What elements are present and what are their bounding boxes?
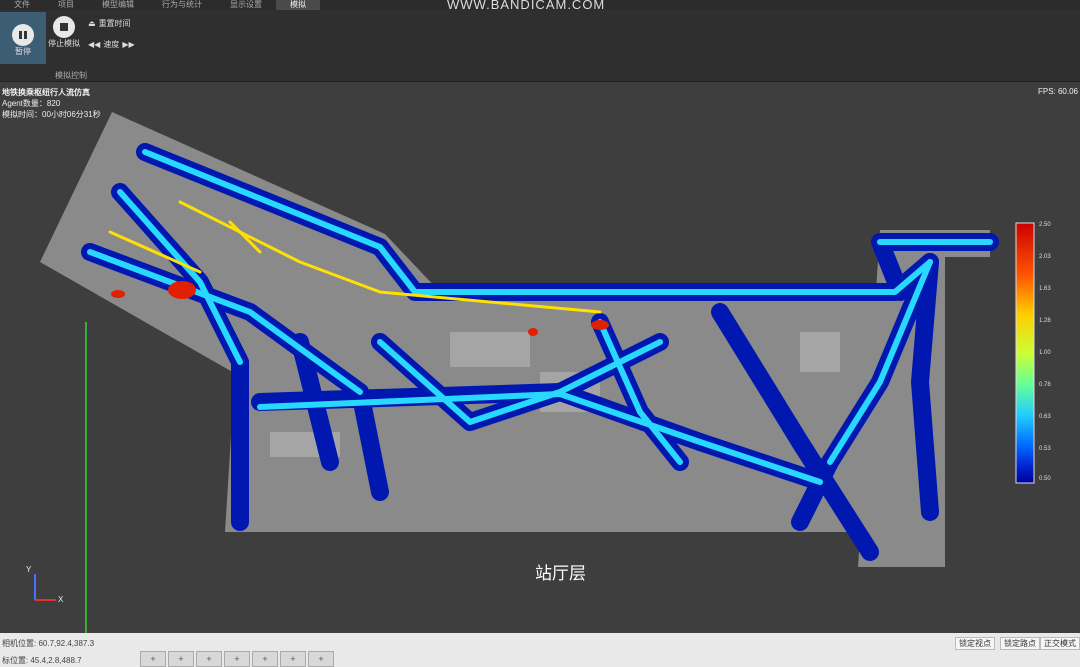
menu-file[interactable]: 文件 (0, 0, 44, 10)
ortho-mode-button[interactable]: 正交模式 (1040, 637, 1080, 650)
axis-gizmo (34, 574, 56, 601)
tool-add-icon[interactable]: + (140, 651, 166, 667)
platform-room-3 (800, 332, 840, 372)
camera-position: 相机位置: 60.7,92.4,387.3 (2, 639, 95, 648)
tool-add-icon[interactable]: + (280, 651, 306, 667)
legend-tick: 0.53 (1039, 446, 1051, 452)
tool-add-icon[interactable]: + (308, 651, 334, 667)
stop-label: 停止模拟 (48, 39, 80, 48)
legend-gradient-bar (1015, 222, 1035, 484)
stop-icon (53, 16, 75, 38)
legend-tick: 2.03 (1039, 254, 1051, 260)
hotspot-2 (591, 320, 609, 330)
legend-tick: 0.63 (1039, 414, 1051, 420)
reset-time-button[interactable]: ⏏ 重置时间 (88, 18, 131, 29)
bottom-toolbar: + + + + + + + (140, 651, 334, 667)
tool-add-icon[interactable]: + (168, 651, 194, 667)
density-legend: 2.50 2.03 1.63 1.28 1.00 0.78 0.63 0.53 … (1015, 222, 1051, 489)
tool-add-icon[interactable]: + (196, 651, 222, 667)
pause-button[interactable]: 暂停 (0, 12, 46, 64)
rewind-icon[interactable]: ◀◀ (88, 40, 100, 49)
axis-x-label: X (58, 595, 64, 604)
pause-icon (12, 23, 34, 46)
pause-label: 暂停 (15, 46, 31, 56)
stop-simulation-button[interactable]: 停止模拟 (48, 16, 80, 49)
speed-control: ◀◀ 速度 ▶▶ (88, 39, 135, 50)
legend-tick: 0.50 (1039, 476, 1051, 482)
simulation-viewport[interactable]: 地铁换乘枢纽行人流仿真 Agent数量：820 模拟时间：00小时06分31秒 … (0, 82, 1080, 633)
cursor-position: 标位置: 45.4,2.8,488.7 (2, 656, 82, 665)
axis-y-label: Y (26, 565, 32, 574)
ribbon-toolbar: 暂停 停止模拟 ⏏ 重置时间 ◀◀ 速度 ▶▶ 模拟控制 (0, 10, 1080, 82)
menu-project[interactable]: 项目 (44, 0, 88, 10)
menu-behavior-stats[interactable]: 行为与统计 (148, 0, 216, 10)
hotspot-4 (111, 290, 125, 298)
legend-tick: 0.78 (1039, 382, 1051, 388)
menu-model-edit[interactable]: 模型编辑 (88, 0, 148, 10)
speed-label: 速度 (103, 40, 120, 49)
platform-room-4 (450, 332, 530, 367)
reset-time-label: 重置时间 (98, 19, 131, 28)
reset-icon: ⏏ (88, 19, 96, 28)
group-label: 模拟控制 (55, 71, 87, 80)
menu-simulation[interactable]: 模拟 (276, 0, 320, 10)
tool-add-icon[interactable]: + (224, 651, 250, 667)
lock-target-button[interactable]: 锁定路点 (1000, 637, 1040, 650)
hotspot-3 (528, 328, 538, 336)
legend-tick: 1.63 (1039, 286, 1051, 292)
floor-label: 站厅层 (535, 564, 586, 583)
legend-tick: 1.28 (1039, 318, 1051, 324)
legend-tick: 2.50 (1039, 222, 1051, 228)
station-floor-plan (34, 112, 999, 633)
fast-forward-icon[interactable]: ▶▶ (122, 40, 134, 49)
status-bar: 相机位置: 60.7,92.4,387.3 标位置: 45.4,2.8,488.… (0, 633, 1080, 667)
legend-tick: 1.00 (1039, 350, 1051, 356)
lock-view-button[interactable]: 锁定视点 (955, 637, 995, 650)
hotspot-1 (168, 281, 196, 299)
menu-display-settings[interactable]: 显示设置 (216, 0, 276, 10)
tool-add-icon[interactable]: + (252, 651, 278, 667)
